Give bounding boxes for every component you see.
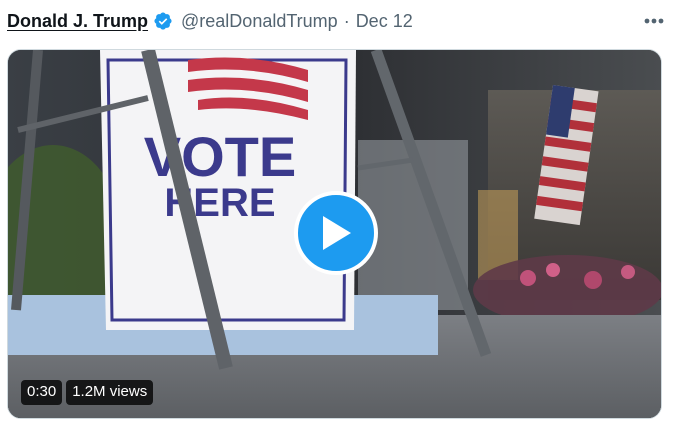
video-badges: 0:30 1.2M views <box>21 380 154 405</box>
play-icon <box>323 216 351 250</box>
author-name[interactable]: Donald J. Trump <box>7 11 148 32</box>
author-handle[interactable]: @realDonaldTrump <box>181 11 338 32</box>
video-duration: 0:30 <box>21 380 63 405</box>
play-button[interactable] <box>294 191 378 275</box>
verified-badge-icon <box>153 11 173 31</box>
more-horizontal-icon[interactable] <box>642 10 666 32</box>
tweet-date[interactable]: Dec 12 <box>356 11 413 32</box>
video-views: 1.2M views <box>66 380 154 405</box>
separator-dot: · <box>343 10 350 31</box>
video-player[interactable]: VOTE HERE 0:30 1.2M views <box>7 49 662 419</box>
tweet-header: Donald J. Trump @realDonaldTrump · Dec 1… <box>7 8 666 34</box>
